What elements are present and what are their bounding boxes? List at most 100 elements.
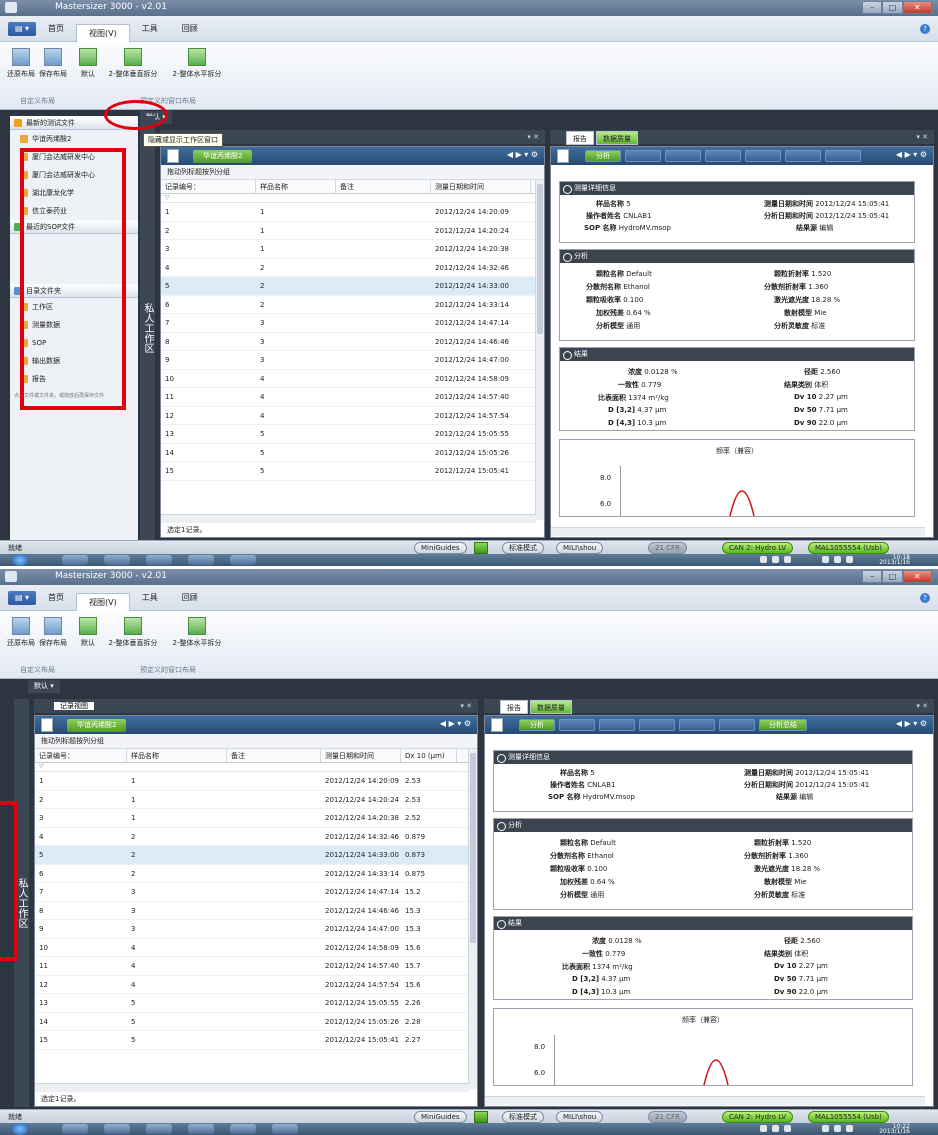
taskbar-app-icon[interactable] [188, 1124, 214, 1134]
horizontal-split-button[interactable]: 2-整体水平拆分 [166, 617, 228, 648]
miniguides-button[interactable]: MiniGuides [414, 1111, 467, 1123]
mal-indicator[interactable]: MAL1055554 (Usb) [808, 542, 889, 554]
menu-tools[interactable]: 工具 [130, 23, 170, 34]
can-indicator[interactable]: CAN 2: Hydro LV [722, 1111, 794, 1123]
report-tab[interactable] [665, 150, 701, 162]
table-row[interactable]: 10 4 2012/12/24 14:58:09 15.6 [35, 939, 477, 957]
tab-report[interactable]: 报告 [566, 131, 594, 145]
report-tab[interactable] [705, 150, 741, 162]
records-view-tab[interactable]: 记录视图 [54, 702, 94, 710]
close-button[interactable]: ✕ [902, 570, 932, 583]
report-tab[interactable] [625, 150, 661, 162]
table-row[interactable]: 3 1 2012/12/24 14:20:38 2.52 [35, 809, 477, 828]
mode-indicator[interactable]: 标准模式 [502, 542, 544, 554]
report-tab-analysis[interactable]: 分析 [519, 719, 555, 731]
tray-icon[interactable] [822, 556, 829, 563]
col-notes[interactable]: 备注 [336, 180, 431, 193]
minimize-button[interactable]: – [862, 1, 883, 14]
vertical-scrollbar[interactable] [535, 180, 544, 520]
table-row[interactable]: 6 2 2012/12/24 14:33:14 0.875 [35, 865, 477, 883]
user-indicator[interactable]: MILI\shou [556, 1111, 604, 1123]
start-button-icon[interactable] [12, 554, 28, 566]
tray-icon[interactable] [846, 1125, 853, 1132]
col-record-number[interactable]: 记录编号： [161, 180, 256, 193]
green-square-icon[interactable] [474, 542, 488, 554]
table-row[interactable]: 14 5 2012/12/24 15:05:26 [161, 444, 544, 462]
report-tab-summary[interactable]: 分析总结 [759, 719, 807, 731]
tab-report[interactable]: 报告 [500, 700, 528, 714]
table-row[interactable]: 12 4 2012/12/24 14:57:54 15.6 [35, 976, 477, 994]
tray-clock[interactable]: 10:22 2013/1/16 [879, 1124, 910, 1135]
app-menu-button[interactable]: ▤ ▾ [8, 590, 36, 605]
tray-icon[interactable] [784, 1125, 791, 1132]
can-indicator[interactable]: CAN 2: Hydro LV [722, 542, 794, 554]
report-hscroll[interactable] [485, 1096, 925, 1105]
records-file-tab[interactable]: 华谊丙烯酸2 [67, 719, 127, 732]
horizontal-scrollbar[interactable] [161, 514, 536, 523]
table-row[interactable]: 9 3 2012/12/24 14:47:00 [161, 351, 544, 370]
restore-layout-button[interactable]: 还原布局 [6, 617, 36, 648]
start-button-icon[interactable] [12, 1123, 28, 1135]
report-tab[interactable] [719, 719, 755, 731]
tray-icon[interactable] [772, 556, 779, 563]
horizontal-scrollbar[interactable] [35, 1083, 469, 1092]
table-row[interactable]: 7 3 2012/12/24 14:47:14 15.2 [35, 883, 477, 902]
report-tab[interactable] [559, 719, 595, 731]
col-sample-name[interactable]: 样品名称 [256, 180, 336, 193]
table-row[interactable]: 14 5 2012/12/24 15:05:26 2.28 [35, 1013, 477, 1031]
tray-icon[interactable] [760, 556, 767, 563]
table-row[interactable]: 6 2 2012/12/24 14:33:14 [161, 296, 544, 314]
col-dx10[interactable]: Dx 10 (μm) [401, 749, 457, 762]
table-row[interactable]: 11 4 2012/12/24 14:57:40 15.7 [35, 957, 477, 976]
report-tab[interactable] [785, 150, 821, 162]
taskbar-app-icon[interactable] [62, 1124, 88, 1134]
filter-row[interactable]: ▽ [161, 194, 544, 203]
close-button[interactable]: ✕ [902, 1, 932, 14]
panel-close-icon[interactable]: ▾ ✕ [916, 699, 928, 713]
filter-row[interactable]: ▽ [35, 763, 477, 772]
table-row[interactable]: 11 4 2012/12/24 14:57:40 [161, 388, 544, 407]
table-row[interactable]: 13 5 2012/12/24 15:05:55 2.26 [35, 994, 477, 1013]
green-square-icon[interactable] [474, 1111, 488, 1123]
table-row[interactable]: 8 3 2012/12/24 14:46:46 [161, 333, 544, 351]
table-row[interactable]: 12 4 2012/12/24 14:57:54 [161, 407, 544, 425]
help-icon[interactable]: ? [920, 24, 930, 34]
default-layout-button[interactable]: 默认 [76, 48, 100, 79]
layout-selector[interactable]: 默认 ▾ [28, 680, 60, 693]
private-workspace-tab[interactable]: 私人工作区 [140, 116, 155, 540]
table-row[interactable]: 1 1 2012/12/24 14:20:09 2.53 [35, 772, 477, 791]
scrollbar-thumb[interactable] [537, 184, 543, 334]
mode-indicator[interactable]: 标准模式 [502, 1111, 544, 1123]
report-tab[interactable] [639, 719, 675, 731]
report-tab-analysis[interactable]: 分析 [585, 150, 621, 162]
report-nav-icon[interactable]: ◀ ▶ ▾ ⚙ [896, 150, 927, 159]
cfr-indicator[interactable]: 21 CFR [648, 1111, 687, 1123]
col-datetime[interactable]: 测量日期和时间 [431, 180, 531, 193]
nav-arrows-icon[interactable]: ◀ ▶ ▾ ⚙ [507, 150, 538, 159]
cfr-indicator[interactable]: 21 CFR [648, 542, 687, 554]
vertical-scrollbar[interactable] [468, 749, 477, 1089]
report-tab[interactable] [825, 150, 861, 162]
taskbar-app-icon[interactable] [230, 1124, 256, 1134]
table-row[interactable]: 1 1 2012/12/24 14:20:09 [161, 203, 544, 222]
taskbar-app-icon[interactable] [104, 1124, 130, 1134]
help-icon[interactable]: ? [920, 593, 930, 603]
table-row[interactable]: 15 5 2012/12/24 15:05:41 2.27 [35, 1031, 477, 1050]
table-row[interactable]: 7 3 2012/12/24 14:47:14 [161, 314, 544, 333]
menu-tools[interactable]: 工具 [130, 592, 170, 603]
report-tab[interactable] [599, 719, 635, 731]
panel-close-icon[interactable]: ▾ ✕ [460, 699, 472, 713]
tray-icon[interactable] [772, 1125, 779, 1132]
report-nav-icon[interactable]: ◀ ▶ ▾ ⚙ [896, 719, 927, 728]
vertical-split-button[interactable]: 2-整体垂直拆分 [102, 48, 164, 79]
tab-data-quality[interactable]: 数据质量 [596, 131, 638, 145]
table-row[interactable]: 4 2 2012/12/24 14:32:46 0.879 [35, 828, 477, 846]
menu-home[interactable]: 首页 [36, 23, 76, 34]
menu-home[interactable]: 首页 [36, 592, 76, 603]
vertical-split-button[interactable]: 2-整体垂直拆分 [102, 617, 164, 648]
maximize-button[interactable]: □ [882, 1, 903, 14]
tray-icon[interactable] [760, 1125, 767, 1132]
tab-data-quality[interactable]: 数据质量 [530, 700, 572, 714]
records-file-tab[interactable]: 华谊丙烯酸2 [193, 150, 253, 163]
minimize-button[interactable]: – [862, 570, 883, 583]
